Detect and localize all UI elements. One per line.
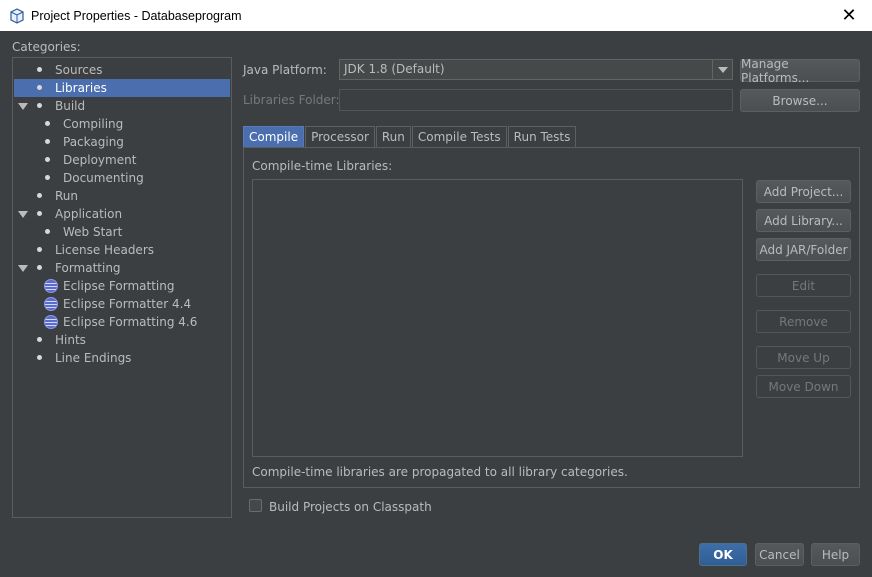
node-dot-icon [37,211,42,216]
java-platform-value: JDK 1.8 (Default) [344,62,445,76]
tree-item-label: Web Start [63,225,123,239]
tree-item-sources[interactable]: Sources [13,61,231,79]
node-dot-icon [37,265,42,270]
expand-triangle-icon[interactable] [18,211,28,218]
tree-item-deployment[interactable]: Deployment [13,151,231,169]
tree-item-run[interactable]: Run [13,187,231,205]
title-bar: Project Properties - Databaseprogram ✕ [0,0,872,31]
tree-item-hints[interactable]: Hints [13,331,231,349]
java-platform-label: Java Platform: [243,63,327,77]
window-title: Project Properties - Databaseprogram [31,8,242,23]
tree-item-line-endings[interactable]: Line Endings [13,349,231,367]
tab-run[interactable]: Run [375,126,411,147]
node-dot-icon [45,229,50,234]
tree-item-label: Eclipse Formatting [63,279,175,293]
categories-label: Categories: [12,40,81,54]
compile-libraries-list[interactable] [252,179,743,457]
node-dot-icon [37,103,42,108]
expand-triangle-icon[interactable] [18,265,28,272]
tree-item-documenting[interactable]: Documenting [13,169,231,187]
cancel-button[interactable]: Cancel [755,543,804,566]
libraries-folder-label: Libraries Folder: [243,93,340,107]
node-dot-icon [37,193,42,198]
node-dot-icon [37,67,42,72]
node-dot-icon [45,157,50,162]
manage-platforms-button[interactable]: Manage Platforms... [740,57,860,85]
tree-item-label: Build [55,99,86,113]
tree-item-label: Eclipse Formatter 4.4 [63,297,192,311]
tree-item-label: Documenting [63,171,144,185]
move-up-button[interactable]: Move Up [756,346,851,369]
node-dot-icon [37,337,42,342]
tree-item-label: Deployment [63,153,137,167]
add-library-button[interactable]: Add Library... [756,209,851,232]
tree-item-application[interactable]: Application [13,205,231,223]
tree-item-label: Formatting [55,261,121,275]
browse-button[interactable]: Browse... [740,89,860,112]
tree-item-formatting[interactable]: Formatting [13,259,231,277]
compile-libraries-label: Compile-time Libraries: [252,159,393,173]
tab-run-tests[interactable]: Run Tests [507,126,577,147]
node-dot-icon [37,85,42,90]
tree-item-label: Application [55,207,123,221]
tree-item-license-headers[interactable]: License Headers [13,241,231,259]
tree-item-label: Run [55,189,79,203]
compile-libraries-footer: Compile-time libraries are propagated to… [252,465,628,479]
globe-icon [44,297,58,311]
node-dot-icon [37,355,42,360]
add-project-button[interactable]: Add Project... [756,180,851,203]
tree-item-label: Compiling [63,117,124,131]
globe-icon [44,315,58,329]
tree-item-eclipse-formatter-4-4[interactable]: Eclipse Formatter 4.4 [13,295,231,313]
help-button[interactable]: Help [811,543,860,566]
build-on-classpath-checkbox[interactable] [249,499,262,512]
tree-item-label: Eclipse Formatting 4.6 [63,315,198,329]
tree-item-eclipse-formatting[interactable]: Eclipse Formatting [13,277,231,295]
node-dot-icon [45,139,50,144]
tab-compile[interactable]: Compile [243,126,305,147]
tab-compile-tests[interactable]: Compile Tests [411,126,507,147]
add-jar-folder-button[interactable]: Add JAR/Folder [756,238,851,261]
dropdown-arrow-icon[interactable] [712,60,732,79]
tree-item-label: Libraries [55,81,107,95]
library-tabs: Compile Processor Run Compile Tests Run … [243,126,577,147]
tree-item-build[interactable]: Build [13,97,231,115]
build-on-classpath-label: Build Projects on Classpath [269,500,432,514]
categories-tree[interactable]: Sources Libraries Build Compiling Packaging D… [12,57,232,518]
libraries-folder-field [339,89,733,111]
ok-button[interactable]: OK [699,543,747,566]
tree-item-packaging[interactable]: Packaging [13,133,231,151]
tree-item-libraries[interactable]: Libraries [14,79,230,97]
node-dot-icon [37,247,42,252]
node-dot-icon [45,175,50,180]
tree-item-compiling[interactable]: Compiling [13,115,231,133]
tab-processor[interactable]: Processor [305,126,375,147]
close-icon: ✕ [841,5,857,26]
edit-button[interactable]: Edit [756,274,851,297]
tree-item-label: Packaging [63,135,124,149]
tree-item-web-start[interactable]: Web Start [13,223,231,241]
tree-item-label: Sources [55,63,103,77]
tree-item-eclipse-formatting-4-6[interactable]: Eclipse Formatting 4.6 [13,313,231,331]
tree-item-label: Hints [55,333,86,347]
close-button[interactable]: ✕ [826,0,872,31]
java-platform-combo[interactable]: JDK 1.8 (Default) [339,59,733,80]
expand-triangle-icon[interactable] [18,103,28,110]
node-dot-icon [45,121,50,126]
move-down-button[interactable]: Move Down [756,375,851,398]
project-cup-icon [10,7,24,24]
remove-button[interactable]: Remove [756,310,851,333]
tree-item-label: Line Endings [55,351,132,365]
tree-item-label: License Headers [55,243,154,257]
globe-icon [44,279,58,293]
